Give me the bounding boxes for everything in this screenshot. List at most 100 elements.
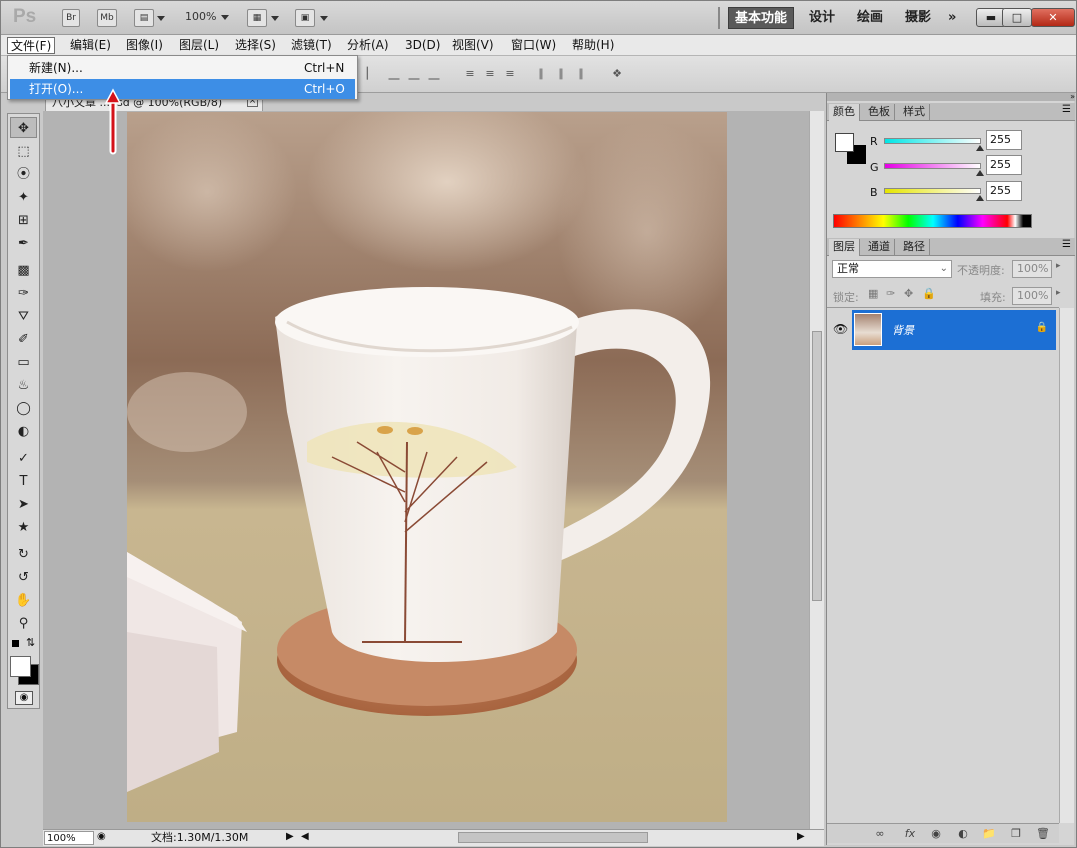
chevron-down-icon[interactable] <box>271 16 279 21</box>
new-layer-icon[interactable]: ❐ <box>1008 827 1024 841</box>
canvas-area[interactable] <box>43 111 809 829</box>
status-icon[interactable]: ◉ <box>97 831 106 842</box>
layer-name[interactable]: 背景 <box>892 322 914 338</box>
menu-3d[interactable]: 3D(D) <box>402 37 443 54</box>
hand-tool-icon[interactable]: ✋ <box>10 590 37 611</box>
align-right-icon[interactable]: ⎽ <box>427 67 441 81</box>
distribute-left-icon[interactable]: ∥ <box>534 67 548 81</box>
panel-menu-icon[interactable]: ☰ <box>1062 104 1071 115</box>
history-brush-tool-icon[interactable]: ✐ <box>10 329 37 350</box>
slider-handle-icon[interactable] <box>976 145 984 151</box>
menu-item-new[interactable]: 新建(N)... Ctrl+N <box>10 58 355 78</box>
tab-paths[interactable]: 路径 <box>899 239 930 256</box>
bridge-button[interactable]: Br <box>62 9 80 27</box>
red-value-field[interactable]: 255 <box>986 130 1022 150</box>
vertical-scrollbar[interactable] <box>809 111 824 829</box>
chevron-down-icon[interactable] <box>320 16 328 21</box>
opacity-arrow-icon[interactable]: ▸ <box>1056 261 1061 271</box>
panel-menu-icon[interactable]: ☰ <box>1062 239 1071 250</box>
marquee-tool-icon[interactable]: ⬚ <box>10 141 37 162</box>
menu-layer[interactable]: 图层(L) <box>176 37 222 54</box>
lock-transparency-icon[interactable]: ▦ <box>868 287 878 300</box>
fx-icon[interactable]: fx <box>902 827 918 841</box>
healing-brush-tool-icon[interactable]: ▩ <box>10 260 37 281</box>
lock-pixels-icon[interactable]: ✑ <box>886 287 895 300</box>
layers-scrollbar[interactable] <box>1059 308 1074 823</box>
crop-tool-icon[interactable]: ⊞ <box>10 210 37 231</box>
play-icon[interactable]: ▶ <box>286 831 294 842</box>
menu-help[interactable]: 帮助(H) <box>569 37 617 54</box>
red-slider[interactable] <box>884 138 984 151</box>
eraser-tool-icon[interactable]: ▭ <box>10 352 37 373</box>
opacity-field[interactable]: 100% <box>1012 260 1052 278</box>
link-layers-icon[interactable]: ∞ <box>872 827 888 841</box>
fill-field[interactable]: 100% <box>1012 287 1052 305</box>
workspace-painting[interactable]: 绘画 <box>851 7 889 29</box>
menu-item-open[interactable]: 打开(O)... Ctrl+O <box>10 79 355 99</box>
more-workspaces-button[interactable]: » <box>942 7 962 29</box>
color-spectrum-bar[interactable] <box>833 214 1032 228</box>
foreground-color-swatch[interactable] <box>10 656 31 677</box>
distribute-top-icon[interactable]: ≡ <box>463 67 477 81</box>
mini-bridge-button[interactable]: Mb <box>97 9 117 27</box>
quick-mask-icon[interactable]: ◉ <box>15 691 33 705</box>
layer-mask-icon[interactable]: ◉ <box>928 827 944 841</box>
zoom-field[interactable]: 100% <box>44 831 94 845</box>
align-hcenter-icon[interactable]: ⎽ <box>407 67 421 81</box>
tab-channels[interactable]: 通道 <box>864 239 895 256</box>
menu-select[interactable]: 选择(S) <box>232 37 279 54</box>
chevron-down-icon[interactable] <box>157 16 165 21</box>
swap-colors-icon[interactable]: ⇅ <box>26 636 35 649</box>
align-left-icon[interactable]: ⎥ <box>359 67 373 81</box>
shape-tool-icon[interactable]: ★ <box>10 517 37 538</box>
new-group-icon[interactable]: 📁 <box>981 827 997 841</box>
scrollbar-thumb[interactable] <box>812 331 822 601</box>
green-value-field[interactable]: 255 <box>986 155 1022 175</box>
horizontal-scroll-thumb[interactable] <box>458 832 648 843</box>
slider-handle-icon[interactable] <box>976 170 984 176</box>
fill-arrow-icon[interactable]: ▸ <box>1056 288 1061 298</box>
doc-info[interactable]: 文档:1.30M/1.30M <box>151 831 248 845</box>
tab-layers[interactable]: 图层 <box>829 239 860 256</box>
menu-window[interactable]: 窗口(W) <box>508 37 559 54</box>
default-colors-icon[interactable] <box>12 640 19 647</box>
workspace-essentials[interactable]: 基本功能 <box>728 7 795 29</box>
dodge-tool-icon[interactable]: ◐ <box>10 421 37 442</box>
blur-tool-icon[interactable]: ◯ <box>10 398 37 419</box>
layer-row[interactable]: 背景 🔒 <box>852 310 1056 350</box>
panel-collapse-icon[interactable]: » <box>827 93 1075 101</box>
maximize-button[interactable]: □ <box>1002 8 1032 27</box>
pen-tool-icon[interactable]: ✓ <box>10 448 37 469</box>
arrange-docs-button[interactable]: ▦ <box>247 9 267 27</box>
brush-tool-icon[interactable]: ✑ <box>10 283 37 304</box>
distribute-right-icon[interactable]: ∥ <box>574 67 588 81</box>
screen-mode-button[interactable]: ▣ <box>295 9 315 27</box>
3d-orbit-tool-icon[interactable]: ↺ <box>10 567 37 588</box>
lock-all-icon[interactable]: 🔒 <box>922 287 936 300</box>
green-slider[interactable] <box>884 163 984 176</box>
eye-icon[interactable]: 👁 <box>833 322 848 336</box>
tab-color[interactable]: 颜色 <box>829 104 860 121</box>
blue-value-field[interactable]: 255 <box>986 181 1022 201</box>
menu-view[interactable]: 视图(V) <box>449 37 497 54</box>
distribute-hcenter-icon[interactable]: ∥ <box>554 67 568 81</box>
3d-rotate-tool-icon[interactable]: ↻ <box>10 544 37 565</box>
close-button[interactable]: ✕ <box>1031 8 1075 27</box>
tab-swatches[interactable]: 色板 <box>864 104 895 121</box>
auto-align-icon[interactable]: ❖ <box>610 67 624 81</box>
zoom-tool-icon[interactable]: ⚲ <box>10 613 37 634</box>
trash-icon[interactable]: 🗑 <box>1035 827 1051 841</box>
distribute-bottom-icon[interactable]: ≡ <box>503 67 517 81</box>
paint-bucket-tool-icon[interactable]: ♨ <box>10 375 37 396</box>
stamp-tool-icon[interactable]: ⛛ <box>10 306 37 327</box>
menu-analysis[interactable]: 分析(A) <box>344 37 392 54</box>
menu-filter[interactable]: 滤镜(T) <box>288 37 335 54</box>
menu-edit[interactable]: 编辑(E) <box>67 37 114 54</box>
distribute-vcenter-icon[interactable]: ≡ <box>483 67 497 81</box>
fg-color-swatch[interactable] <box>835 133 854 152</box>
slider-handle-icon[interactable] <box>976 195 984 201</box>
lasso-tool-icon[interactable]: ⦿ <box>10 164 37 185</box>
view-extras-button[interactable]: ▤ <box>134 9 154 27</box>
type-tool-icon[interactable]: T <box>10 471 37 492</box>
menu-file[interactable]: 文件(F) <box>7 37 56 54</box>
